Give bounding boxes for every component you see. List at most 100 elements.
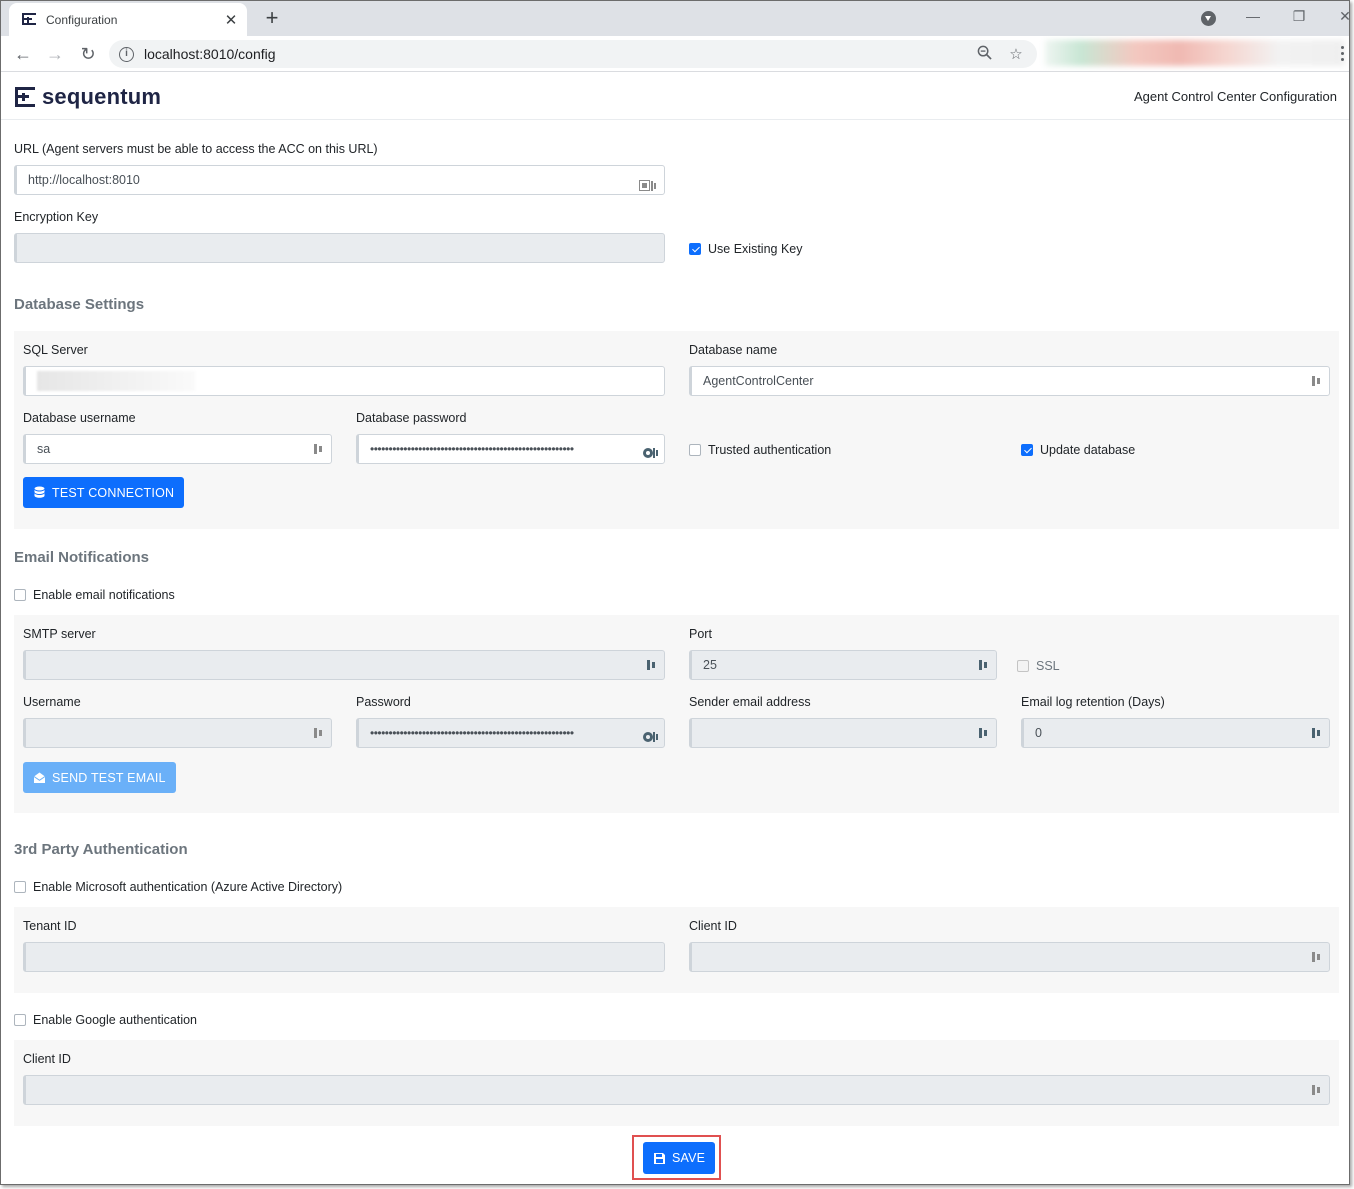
trusted-authentication-label: Trusted authentication	[708, 443, 832, 457]
autofill-key-icon	[978, 659, 990, 671]
star-icon[interactable]: ☆	[1005, 45, 1027, 63]
google-client-id-input[interactable]	[23, 1075, 1330, 1105]
update-database-box[interactable]	[1021, 444, 1033, 456]
url-label: URL (Agent servers must be able to acces…	[14, 142, 378, 156]
redacted-value	[37, 371, 195, 391]
trusted-authentication-box[interactable]	[689, 444, 701, 456]
minimize-icon[interactable]: —	[1241, 8, 1265, 24]
save-button[interactable]: SAVE	[643, 1142, 716, 1174]
sender-email-label: Sender email address	[689, 695, 811, 709]
port-input[interactable]: 25	[689, 650, 997, 680]
url-value: http://localhost:8010	[28, 173, 140, 187]
close-tab-icon[interactable]: ✕	[219, 11, 243, 29]
profile-icon[interactable]	[1201, 11, 1216, 26]
autofill-key-icon	[1311, 1084, 1323, 1096]
enable-google-auth-checkbox[interactable]: Enable Google authentication	[14, 1013, 197, 1027]
email-password-label: Password	[356, 695, 411, 709]
menu-icon[interactable]	[1341, 46, 1345, 64]
email-username-label: Username	[23, 695, 81, 709]
logo: sequentum	[14, 84, 161, 110]
floppy-disk-icon	[654, 1152, 665, 1164]
email-username-input[interactable]	[23, 718, 332, 748]
browser-window: Configuration ✕ + — ❐ ✕ ← → ↻ i localhos…	[0, 0, 1350, 1185]
enable-microsoft-auth-checkbox[interactable]: Enable Microsoft authentication (Azure A…	[14, 880, 342, 894]
enable-email-checkbox[interactable]: Enable email notifications	[14, 588, 175, 602]
sql-server-input[interactable]	[23, 366, 665, 396]
database-icon	[34, 486, 45, 498]
autofill-key-icon	[646, 659, 658, 671]
use-existing-key-box[interactable]	[689, 243, 701, 255]
sql-server-label: SQL Server	[23, 343, 88, 357]
back-icon[interactable]: ←	[11, 42, 35, 66]
card-icon	[639, 174, 659, 191]
autofill-key-icon	[1311, 727, 1323, 739]
address-bar[interactable]: i localhost:8010/config ☆	[109, 40, 1037, 68]
email-retention-input[interactable]: 0	[1021, 718, 1330, 748]
database-password-label: Database password	[356, 411, 467, 425]
enable-email-box[interactable]	[14, 589, 26, 601]
zoom-icon[interactable]	[973, 45, 995, 64]
password-manager-icon[interactable]	[643, 726, 658, 742]
new-tab-icon[interactable]: +	[259, 5, 285, 31]
database-name-input[interactable]: AgentControlCenter	[689, 366, 1330, 396]
sequentum-logo-icon	[15, 87, 35, 107]
third-party-auth-heading: 3rd Party Authentication	[14, 841, 188, 858]
restore-icon[interactable]: ❐	[1287, 8, 1311, 25]
reload-icon[interactable]: ↻	[76, 42, 100, 66]
close-window-icon[interactable]: ✕	[1333, 8, 1349, 25]
enable-google-auth-label: Enable Google authentication	[33, 1013, 198, 1027]
update-database-checkbox[interactable]: Update database	[1021, 443, 1135, 457]
enable-microsoft-auth-label: Enable Microsoft authentication (Azure A…	[33, 880, 343, 894]
tenant-id-label: Tenant ID	[23, 919, 77, 933]
info-icon[interactable]: i	[119, 46, 134, 62]
database-name-label: Database name	[689, 343, 778, 357]
logo-text: sequentum	[42, 84, 162, 109]
smtp-server-input[interactable]	[23, 650, 665, 680]
page-title: Agent Control Center Configuration	[1133, 89, 1337, 104]
autofill-key-icon	[978, 727, 990, 739]
tab-title: Configuration	[46, 12, 118, 27]
email-settings-panel	[14, 615, 1339, 813]
ssl-box[interactable]	[1017, 660, 1029, 672]
url-input[interactable]: http://localhost:8010	[14, 165, 665, 195]
test-connection-button[interactable]: TEST CONNECTION	[23, 477, 185, 508]
database-settings-heading: Database Settings	[14, 296, 145, 313]
autofill-key-icon	[1311, 375, 1323, 387]
autofill-key-icon	[313, 443, 325, 455]
use-existing-key-checkbox[interactable]: Use Existing Key	[689, 242, 802, 256]
email-password-input[interactable]: ••••••••••••••••••••••••••••••••••••••••…	[356, 718, 665, 748]
forward-icon[interactable]: →	[43, 42, 67, 66]
tenant-id-input[interactable]	[23, 942, 665, 972]
google-client-id-label: Client ID	[23, 1052, 71, 1066]
email-notifications-heading: Email Notifications	[14, 549, 150, 566]
sequentum-favicon-icon	[22, 12, 36, 25]
port-label: Port	[689, 627, 712, 641]
browser-tab[interactable]: Configuration ✕	[9, 3, 247, 36]
database-username-input[interactable]: sa	[23, 434, 332, 464]
enable-microsoft-auth-box[interactable]	[14, 881, 26, 893]
database-settings-panel	[14, 331, 1339, 529]
smtp-server-label: SMTP server	[23, 627, 96, 641]
ssl-checkbox[interactable]: SSL	[1017, 659, 1060, 673]
sender-email-input[interactable]	[689, 718, 997, 748]
send-test-email-button[interactable]: SEND TEST EMAIL	[23, 762, 176, 793]
encryption-key-label: Encryption Key	[14, 210, 99, 224]
trusted-authentication-checkbox[interactable]: Trusted authentication	[689, 443, 831, 457]
use-existing-key-label: Use Existing Key	[708, 242, 803, 256]
enable-google-auth-box[interactable]	[14, 1014, 26, 1026]
database-username-label: Database username	[23, 411, 136, 425]
password-manager-icon[interactable]	[643, 442, 658, 458]
enable-email-label: Enable email notifications	[33, 588, 175, 602]
autofill-key-icon	[1311, 951, 1323, 963]
database-password-input[interactable]: ••••••••••••••••••••••••••••••••••••••••…	[356, 434, 665, 464]
ms-client-id-input[interactable]	[689, 942, 1330, 972]
envelope-icon	[33, 772, 46, 783]
url-text[interactable]: localhost:8010/config	[144, 46, 973, 62]
extensions-area	[1045, 40, 1345, 66]
encryption-key-input[interactable]	[14, 233, 665, 263]
tab-strip: Configuration ✕ + — ❐ ✕	[1, 1, 1349, 36]
ssl-label: SSL	[1036, 659, 1060, 673]
ms-client-id-label: Client ID	[689, 919, 737, 933]
autofill-key-icon	[313, 727, 325, 739]
update-database-label: Update database	[1040, 443, 1136, 457]
